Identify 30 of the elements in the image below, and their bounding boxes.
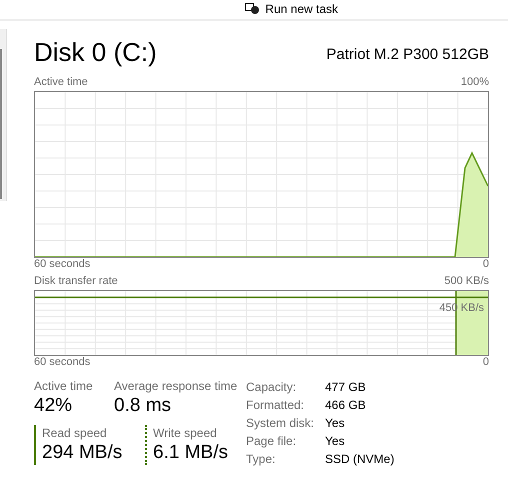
speed-label: Read speed	[42, 425, 108, 441]
chart-title: Active time	[34, 75, 88, 89]
run-task-button[interactable]: Run new task	[245, 2, 338, 16]
speed-label: Write speed	[153, 425, 218, 441]
detail-label: Page file:	[246, 433, 298, 450]
stat-label: Active time	[34, 378, 94, 394]
speed-value: 6.1 MB/s	[153, 441, 228, 465]
time-span-label: 60 seconds	[34, 355, 90, 369]
time-span-label: 60 seconds	[34, 257, 90, 271]
axis-max-label: 100%	[460, 75, 489, 89]
detail-value: Yes	[325, 433, 346, 450]
axis-zero-label: 0	[482, 257, 489, 271]
stat-value: 42%	[34, 394, 74, 418]
detail-label: Formatted:	[246, 397, 306, 414]
stat-label: Average response time	[114, 378, 238, 394]
detail-value: SSD (NVMe)	[325, 451, 394, 468]
detail-label: System disk:	[246, 415, 316, 432]
axis-max-label: 500 KB/s	[444, 274, 489, 288]
axis-zero-label: 0	[482, 355, 489, 369]
stat-value: 0.8 ms	[114, 394, 172, 418]
chart-title: Disk transfer rate	[34, 274, 118, 288]
add-task-icon	[245, 3, 260, 15]
detail-value: Yes	[325, 415, 346, 432]
detail-label: Type:	[246, 451, 276, 468]
speed-value: 294 MB/s	[42, 441, 124, 465]
detail-value: 466 GB	[325, 397, 367, 414]
disk-model: Patriot M.2 P300 512GB	[326, 45, 489, 65]
disk-title: Disk 0 (C:)	[34, 36, 157, 68]
detail-label: Capacity:	[246, 379, 298, 396]
detail-value: 477 GB	[325, 379, 367, 396]
